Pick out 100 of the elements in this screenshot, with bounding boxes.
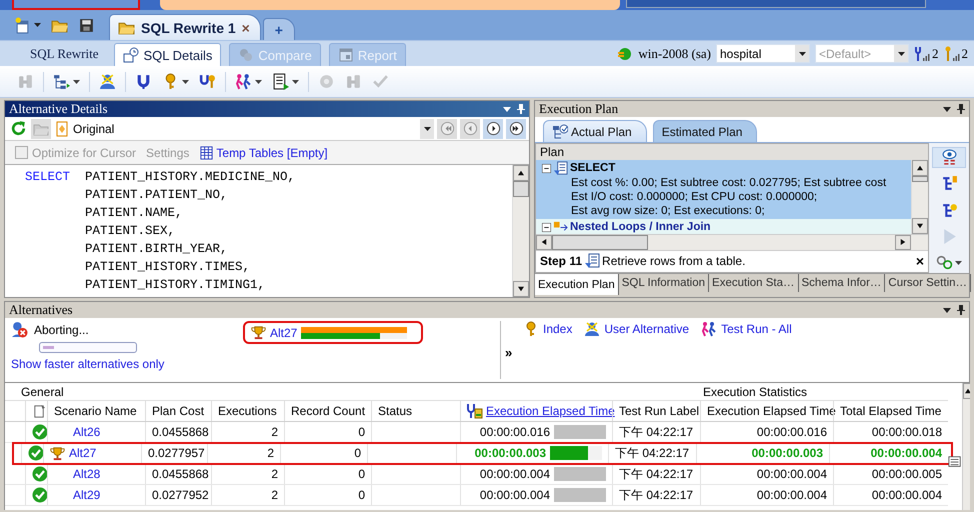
- save-icon: [78, 16, 95, 34]
- tree-icon: [940, 175, 958, 192]
- column-header[interactable]: Total Elapsed Time: [833, 401, 948, 421]
- fork-icon: [135, 73, 152, 90]
- table-row[interactable]: Alt28 0.0455868 2 0 00:00:00.004 下午 04:22:17 00:00:00.004 00:00:00.005: [5, 464, 948, 485]
- eye-icon: [940, 148, 958, 166]
- table-cell: 00:00:00.003: [474, 446, 546, 460]
- new-tab-button[interactable]: +: [262, 18, 295, 40]
- column-header[interactable]: Executions: [211, 401, 284, 421]
- column-header[interactable]: Execution Elapsed Time: [460, 401, 612, 421]
- trophy-icon: [50, 446, 65, 460]
- table-row[interactable]: Alt26 0.0455868 2 0 00:00:00.016 下午 04:22:17 00:00:00.016 00:00:00.018: [5, 422, 948, 443]
- caret-icon: [73, 80, 80, 84]
- scroll-arrow-icon[interactable]: [540, 239, 548, 246]
- scroll-arrow-icon[interactable]: [916, 222, 924, 229]
- table-row[interactable]: Alt29 0.0277952 2 0 00:00:00.004 下午 04:22:17 00:00:00.004 00:00:00.004: [5, 485, 948, 506]
- plan-node[interactable]: Nested Loops / Inner Join: [536, 218, 911, 234]
- connection-label: win-2008 (sa): [638, 46, 711, 62]
- check-icon: [372, 73, 389, 90]
- sql-line: PATIENT.NAME,: [85, 205, 183, 222]
- pin-icon[interactable]: [517, 104, 525, 114]
- scrollbar[interactable]: [512, 165, 529, 297]
- table-row[interactable]: Alt27 0.0277957 2 0 00:00:00.003 下午 04:22:17 00:00:00.003 00:00:00.004: [13, 443, 952, 464]
- scroll-arrow-icon[interactable]: [517, 286, 525, 292]
- user-stop-icon: [11, 321, 28, 338]
- scroll-arrow-icon[interactable]: [899, 239, 907, 246]
- scrollbar[interactable]: [962, 383, 970, 510]
- expand-button[interactable]: »: [505, 345, 512, 360]
- table-cell: 00:00:00.004: [700, 464, 833, 484]
- detail-tab[interactable]: SQL Information: [618, 274, 710, 292]
- scenario-name[interactable]: Alt28: [73, 467, 100, 481]
- action-link[interactable]: User Alternative: [584, 321, 690, 337]
- gear-icon: [318, 73, 335, 90]
- document-icon: [584, 253, 600, 270]
- success-icon: [32, 487, 48, 503]
- scroll-arrow-icon[interactable]: [517, 170, 525, 176]
- column-chooser-icon: [32, 404, 47, 418]
- source-dropdown[interactable]: [420, 118, 434, 138]
- column-header[interactable]: Plan Cost: [145, 401, 211, 421]
- scenario-name[interactable]: Alt27: [69, 446, 96, 460]
- menu-caret-icon[interactable]: [943, 308, 951, 312]
- step-label: Step 11: [540, 254, 582, 268]
- success-icon: [32, 466, 48, 482]
- detail-tab[interactable]: Cursor Settin…: [885, 274, 972, 292]
- document-tab[interactable]: SQL Rewrite 1 ×: [109, 14, 261, 40]
- menu-caret-icon[interactable]: [503, 106, 511, 112]
- refresh-icon: [10, 120, 26, 137]
- menu-caret-icon[interactable]: [943, 106, 951, 112]
- scrollbar[interactable]: [911, 160, 928, 234]
- sql-line: PATIENT.SEX,: [85, 223, 176, 240]
- best-alternative[interactable]: Alt27: [243, 321, 424, 344]
- pin-icon[interactable]: [957, 104, 965, 114]
- alternative-link[interactable]: Alt27: [270, 326, 298, 340]
- scroll-arrow-icon[interactable]: [916, 164, 924, 171]
- table-cell: 00:00:00.004: [480, 467, 550, 481]
- table-cell: 00:00:00.003: [696, 443, 829, 463]
- detail-tab[interactable]: Schema Infor…: [798, 274, 886, 292]
- sql-keyword: SELECT: [25, 169, 72, 186]
- temp-tables-link[interactable]: Temp Tables [Empty]: [216, 146, 328, 160]
- tree-gear-icon: [940, 202, 958, 219]
- fork-signal-icon: [914, 46, 930, 62]
- database-select[interactable]: hospital: [716, 44, 810, 63]
- scroll-arrow-icon[interactable]: [964, 388, 970, 394]
- sql-line: PATIENT.PATIENT_NO,: [85, 187, 228, 204]
- close-button[interactable]: ×: [242, 20, 250, 36]
- close-button[interactable]: ×: [916, 253, 924, 270]
- document-tab-title: SQL Rewrite 1: [141, 20, 236, 36]
- column-header[interactable]: Status: [371, 401, 460, 421]
- step-description: Retrieve rows from a table.: [602, 254, 746, 268]
- table-cell: 2: [211, 422, 284, 442]
- action-link[interactable]: Test Run - All: [701, 321, 792, 337]
- scenario-name[interactable]: Alt29: [73, 488, 100, 502]
- sql-editor[interactable]: SELECT PATIENT_HISTORY.MEDICINE_NO, PATIENT.PATIENT_NO, PATIENT.NAME, PATIENT.SEX, PATIENT.BIRTH_YEAR, PATIENT_HISTORY.TIMES, PATIENT_HISTORY.TIMING1,: [5, 165, 512, 297]
- scrollbar[interactable]: [536, 234, 928, 250]
- filter-link[interactable]: Show faster alternatives only: [11, 357, 243, 371]
- plan-tool-button[interactable]: [932, 147, 966, 168]
- pin-icon[interactable]: [957, 305, 965, 315]
- report-icon: [338, 47, 354, 63]
- scroll-thumb[interactable]: [513, 181, 529, 197]
- sql-line: PATIENT_HISTORY.TIMES,: [85, 259, 250, 276]
- action-link[interactable]: Index: [523, 321, 572, 337]
- detail-tab[interactable]: Execution Plan: [535, 274, 619, 295]
- column-header[interactable]: Execution Elapsed Time: [700, 401, 833, 421]
- column-header[interactable]: Record Count: [284, 401, 371, 421]
- scenario-name[interactable]: Alt26: [73, 425, 100, 439]
- detail-tab[interactable]: Execution Sta…: [709, 274, 798, 292]
- plan-node[interactable]: SELECT Est cost %: 0.00; Est subtree cost: 0.027795; Est subtree cost Est I/O cost: 0.000000; Est CPU cost: 0.000000; Est avg row size: 0; Est executions: 0;: [536, 160, 911, 219]
- table-cell: 0.0277957: [141, 443, 207, 463]
- doc-icon: [272, 73, 289, 90]
- view-tab[interactable]: SQL Details: [114, 43, 222, 66]
- column-header[interactable]: Test Run Label: [612, 401, 700, 421]
- plan-tab[interactable]: Estimated Plan: [652, 120, 758, 142]
- connection-icon: [617, 46, 634, 62]
- nav-button[interactable]: [506, 118, 526, 138]
- view-tab[interactable]: SQL Rewrite: [22, 44, 106, 64]
- sql-line: PATIENT.BIRTH_YEAR,: [85, 241, 228, 258]
- column-header[interactable]: Scenario Name: [47, 401, 145, 421]
- nav-button[interactable]: [483, 118, 503, 138]
- document-icon: [54, 120, 70, 136]
- plan-tab[interactable]: Actual Plan: [543, 120, 647, 142]
